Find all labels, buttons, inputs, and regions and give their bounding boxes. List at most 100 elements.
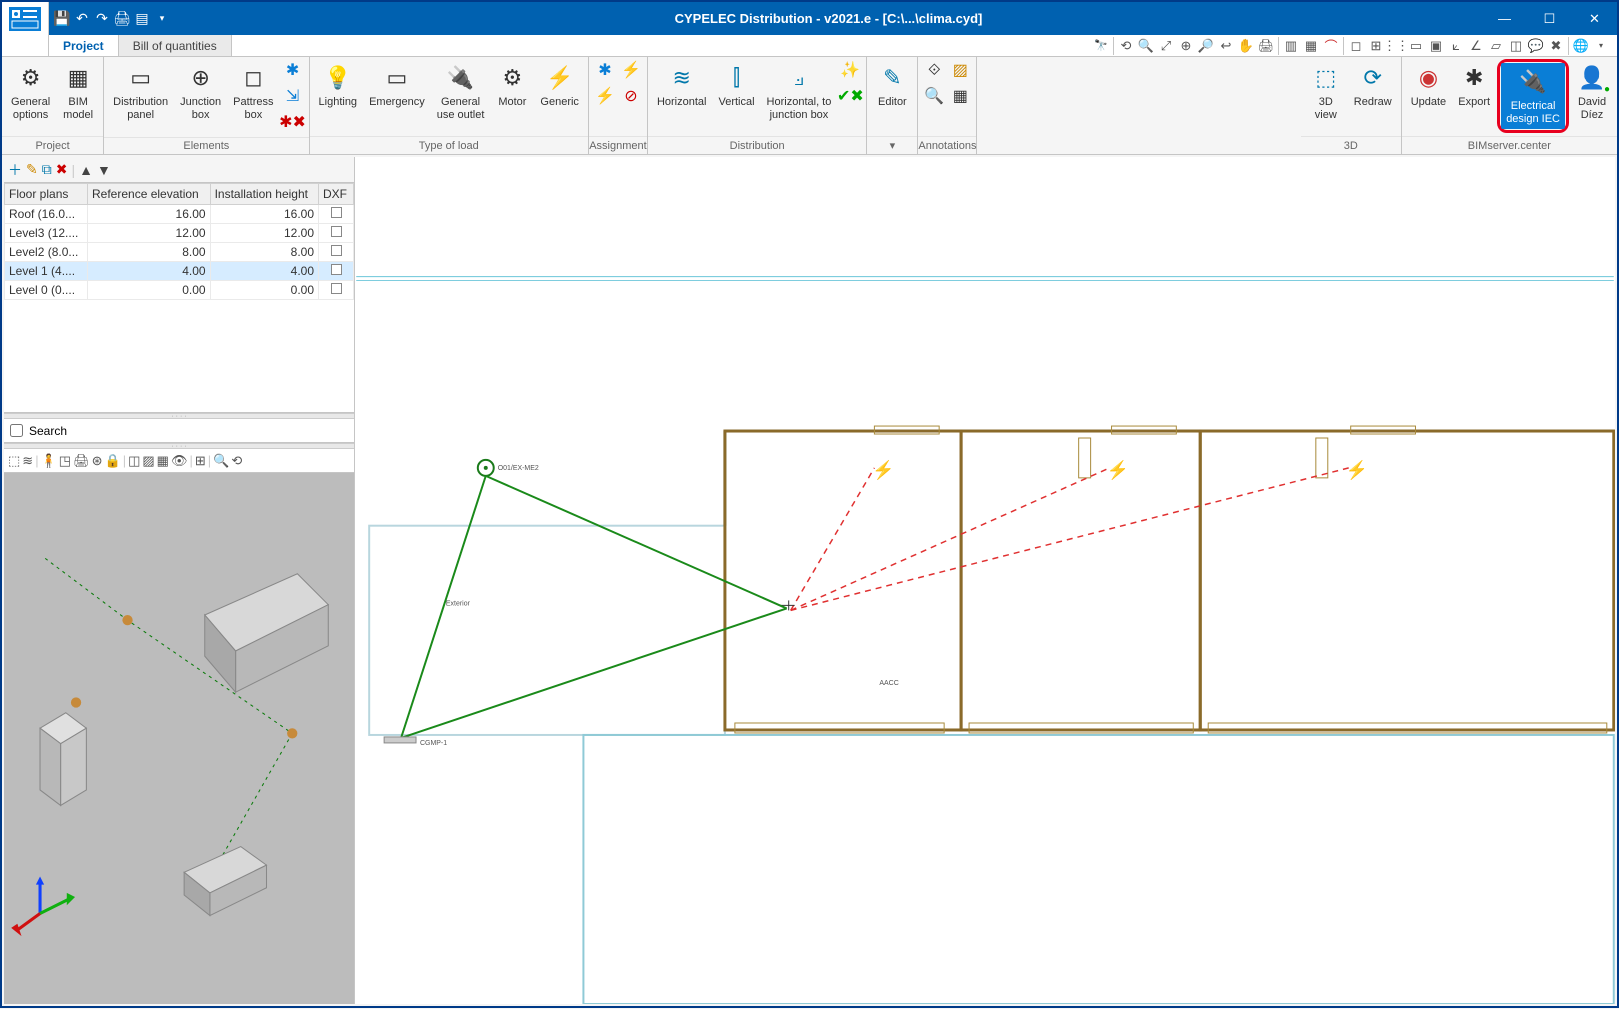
annot-find-icon[interactable]: 🔍 [922, 85, 946, 109]
elements-delete-icon[interactable]: ✱✖ [281, 111, 305, 135]
generic-button[interactable]: ⚡Generic [535, 59, 584, 112]
pan-icon[interactable]: ✋ [1236, 36, 1256, 56]
drawing-canvas[interactable]: ⚡ ⚡ ⚡ O01/EX-ME2 CGMP-1 [355, 157, 1615, 1004]
move-down-icon[interactable]: ▼ [97, 162, 111, 178]
distribution-panel-button[interactable]: ▭Distribution panel [108, 59, 173, 125]
binoculars-icon[interactable]: 🔭 [1091, 36, 1111, 56]
junction-box-button[interactable]: ⊕Junction box [175, 59, 226, 125]
zoom-realtime-icon[interactable]: 🔎 [1196, 36, 1216, 56]
table-row[interactable]: Level 1 (4....4.004.00 [5, 262, 354, 281]
pv-person-icon[interactable]: 🧍 [41, 453, 57, 469]
tab-project[interactable]: Project [49, 35, 119, 56]
qat-dropdown-icon[interactable]: ▾ [153, 10, 171, 28]
editor-button[interactable]: ✎Editor [871, 59, 913, 112]
snap-icon[interactable]: ⌒ [1321, 36, 1341, 56]
pv-box-icon[interactable]: ◳ [59, 453, 71, 469]
col-floor-plans[interactable]: Floor plans [5, 184, 88, 205]
pv-i2-icon[interactable]: ▨ [142, 453, 154, 469]
save-icon[interactable]: 💾 [53, 10, 71, 28]
elements-move-icon[interactable]: ⇲ [281, 85, 305, 109]
ortho-icon[interactable]: ◻ [1346, 36, 1366, 56]
table-row[interactable]: Level2 (8.0...8.008.00 [5, 243, 354, 262]
annot-text-icon[interactable]: ⟐ [922, 59, 946, 83]
bim-model-button[interactable]: ▦BIM model [57, 59, 99, 125]
comment-icon[interactable]: 💬 [1526, 36, 1546, 56]
pv-i3-icon[interactable]: ▦ [157, 453, 169, 469]
search-checkbox[interactable] [10, 424, 23, 437]
horizontal-button[interactable]: ≋Horizontal [652, 59, 712, 112]
pv-explode-icon[interactable]: ⊞ [195, 453, 206, 469]
print-icon[interactable]: 🖨 [113, 10, 131, 28]
zoom-in-icon[interactable]: ⊕ [1176, 36, 1196, 56]
annot-dim-icon[interactable]: ▨ [948, 59, 972, 83]
emergency-button[interactable]: ▭Emergency [364, 59, 430, 112]
table-row[interactable]: Roof (16.0...16.0016.00 [5, 205, 354, 224]
pv-eye-icon[interactable]: 👁 [171, 453, 188, 469]
redraw-button[interactable]: ⟳Redraw [1349, 59, 1397, 112]
elements-edit-icon[interactable]: ✱ [281, 59, 305, 83]
dist-wand-icon[interactable]: ✨ [838, 59, 862, 83]
pv-3d-icon[interactable]: ⬚ [8, 453, 20, 469]
layers-icon[interactable]: ▥ [1281, 36, 1301, 56]
help-icon[interactable]: 🌐 [1571, 36, 1591, 56]
preview-3d-viewport[interactable] [4, 473, 354, 1004]
col-installation-height[interactable]: Installation height [210, 184, 318, 205]
copy-row-icon[interactable]: ⧉ [42, 161, 52, 178]
redo-icon[interactable]: ↷ [93, 10, 111, 28]
pv-globe-icon[interactable]: ⊛ [92, 453, 103, 469]
export-button[interactable]: ✱Export [1453, 59, 1495, 112]
pv-refresh-icon[interactable]: ⟲ [231, 453, 242, 469]
general-use-outlet-button[interactable]: 🔌General use outlet [432, 59, 490, 125]
ribbon-group-label[interactable]: ▾ [867, 136, 917, 154]
pv-layers-icon[interactable]: ≋ [22, 453, 33, 469]
area-icon[interactable]: ▱ [1486, 36, 1506, 56]
zoom-prev-icon[interactable]: ↩ [1216, 36, 1236, 56]
edit-row-icon[interactable]: ✎ [26, 161, 38, 178]
pv-lock-icon[interactable]: 🔒 [105, 453, 121, 469]
preview-icon[interactable]: ▤ [133, 10, 151, 28]
angle-icon[interactable]: ∠ [1466, 36, 1486, 56]
assign-bolt2-icon[interactable]: ⚡ [619, 59, 643, 83]
3d-view-button[interactable]: ⬚3D view [1305, 59, 1347, 125]
template-icon[interactable]: ▭ [1406, 36, 1426, 56]
help-dropdown-icon[interactable]: ▾ [1591, 36, 1611, 56]
assign-remove-icon[interactable]: ⊘ [619, 85, 643, 109]
vertical-button[interactable]: ⫿Vertical [713, 59, 759, 112]
pattress-box-button[interactable]: ◻Pattress box [228, 59, 278, 125]
pv-print-icon[interactable]: 🖨 [73, 453, 90, 469]
measure-icon[interactable]: ⟀ [1446, 36, 1466, 56]
zoom-window-icon[interactable]: 🔍 [1136, 36, 1156, 56]
grid-settings-icon[interactable]: ▦ [1301, 36, 1321, 56]
close-button[interactable]: ✕ [1572, 2, 1617, 35]
tab-bill-of-quantities[interactable]: Bill of quantities [119, 35, 232, 56]
annot-table-icon[interactable]: ▦ [948, 85, 972, 109]
tracking-icon[interactable]: ⋮⋮ [1386, 36, 1406, 56]
col-reference-elevation[interactable]: Reference elevation [88, 184, 211, 205]
zoom-all-icon[interactable]: ⤢ [1156, 36, 1176, 56]
electrical-design-iec-button[interactable]: 🔌Electrical design IEC [1501, 63, 1565, 129]
config-icon[interactable]: ✖ [1546, 36, 1566, 56]
user-account-button[interactable]: 👤●David Díez [1571, 59, 1613, 125]
floor-plans-table[interactable]: Floor plans Reference elevation Installa… [4, 183, 354, 413]
print-view-icon[interactable]: 🖨 [1256, 36, 1276, 56]
add-row-icon[interactable]: ＋ [8, 160, 22, 180]
maximize-button[interactable]: ☐ [1527, 2, 1572, 35]
move-up-icon[interactable]: ▲ [79, 162, 93, 178]
delete-row-icon[interactable]: ✖ [56, 161, 68, 178]
lighting-button[interactable]: 💡Lighting [314, 59, 363, 112]
motor-button[interactable]: ⚙Motor [491, 59, 533, 112]
update-button[interactable]: ◉Update [1406, 59, 1451, 112]
dist-check-icon[interactable]: ✔✖ [838, 85, 862, 109]
zoom-refresh-icon[interactable]: ⟲ [1116, 36, 1136, 56]
notes-icon[interactable]: ◫ [1506, 36, 1526, 56]
table-row[interactable]: Level 0 (0....0.000.00 [5, 281, 354, 300]
general-options-button[interactable]: ⚙General options [6, 59, 55, 125]
pv-i1-icon[interactable]: ◫ [128, 453, 140, 469]
minimize-button[interactable]: — [1482, 2, 1527, 35]
horizontal-junction-button[interactable]: ⟓Horizontal, to junction box [762, 59, 837, 125]
assign-bolt-icon[interactable]: ⚡ [593, 85, 617, 109]
assign-link-icon[interactable]: ✱ [593, 59, 617, 83]
undo-icon[interactable]: ↶ [73, 10, 91, 28]
pv-zoom-icon[interactable]: 🔍 [213, 453, 229, 469]
col-dxf[interactable]: DXF [319, 184, 354, 205]
